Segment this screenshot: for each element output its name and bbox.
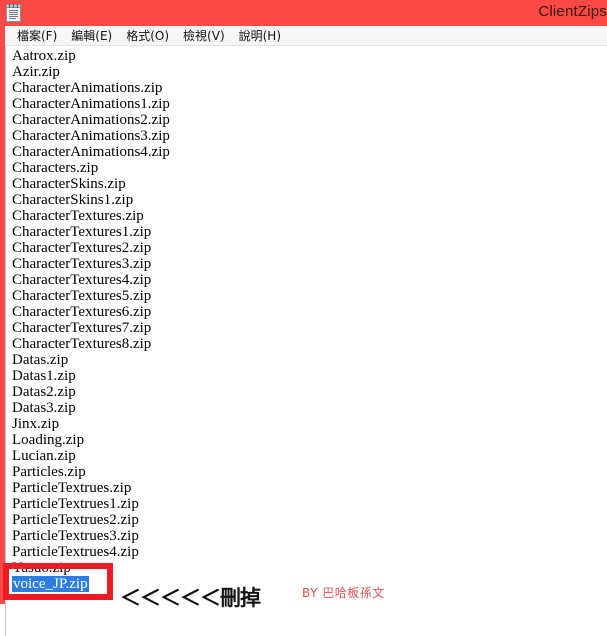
file-list-line[interactable]: ParticleTextrues4.zip bbox=[12, 544, 602, 560]
file-list-line[interactable]: CharacterTextures1.zip bbox=[12, 224, 602, 240]
file-list-line[interactable]: CharacterTextures4.zip bbox=[12, 272, 602, 288]
file-list-line[interactable]: Datas3.zip bbox=[12, 400, 602, 416]
menu-help[interactable]: 說明(H) bbox=[232, 26, 288, 46]
menu-view[interactable]: 檢視(V) bbox=[176, 26, 232, 46]
annotation-delete-label: ＜＜＜＜＜刪掉 bbox=[120, 586, 261, 610]
file-list-line[interactable]: ParticleTextrues3.zip bbox=[12, 528, 602, 544]
file-list-line[interactable]: Jinx.zip bbox=[12, 416, 602, 432]
file-list-line[interactable]: Datas1.zip bbox=[12, 368, 602, 384]
file-list-line[interactable]: Azir.zip bbox=[12, 64, 602, 80]
file-list-line[interactable]: CharacterTextures8.zip bbox=[12, 336, 602, 352]
file-list-line[interactable]: ParticleTextrues2.zip bbox=[12, 512, 602, 528]
menu-file[interactable]: 檔案(F) bbox=[10, 26, 64, 46]
file-list-line[interactable]: CharacterAnimations2.zip bbox=[12, 112, 602, 128]
text-editor-area[interactable]: Aatrox.zip Azir.zip CharacterAnimations.zi… bbox=[5, 47, 607, 636]
file-list: Aatrox.zip Azir.zip CharacterAnimations.zi… bbox=[12, 48, 602, 592]
file-list-line[interactable]: ParticleTextrues1.zip bbox=[12, 496, 602, 512]
file-list-line[interactable]: CharacterTextures5.zip bbox=[12, 288, 602, 304]
file-list-line[interactable]: Loading.zip bbox=[12, 432, 602, 448]
file-list-line[interactable]: CharacterTextures3.zip bbox=[12, 256, 602, 272]
menu-format[interactable]: 格式(O) bbox=[119, 26, 176, 46]
file-list-line[interactable]: Lucian.zip bbox=[12, 448, 602, 464]
file-list-line[interactable]: Particles.zip bbox=[12, 464, 602, 480]
notepad-window: ClientZips 檔案(F) 編輯(E) 格式(O) 檢視(V) 說明(H)… bbox=[0, 0, 607, 636]
file-list-line[interactable]: CharacterAnimations4.zip bbox=[12, 144, 602, 160]
menu-bar: 檔案(F) 編輯(E) 格式(O) 檢視(V) 說明(H) bbox=[5, 26, 607, 46]
file-list-line[interactable]: Characters.zip bbox=[12, 160, 602, 176]
file-list-line[interactable]: CharacterSkins1.zip bbox=[12, 192, 602, 208]
file-list-line[interactable]: Aatrox.zip bbox=[12, 48, 602, 64]
title-bar[interactable]: ClientZips bbox=[0, 0, 607, 26]
file-list-line[interactable]: CharacterTextures2.zip bbox=[12, 240, 602, 256]
file-list-line[interactable]: CharacterTextures.zip bbox=[12, 208, 602, 224]
file-list-line[interactable]: Datas2.zip bbox=[12, 384, 602, 400]
file-list-line[interactable]: Datas.zip bbox=[12, 352, 602, 368]
file-list-line[interactable]: CharacterSkins.zip bbox=[12, 176, 602, 192]
window-title: ClientZips bbox=[538, 3, 607, 20]
annotation-credit: BY 巴哈板孫文 bbox=[302, 586, 385, 600]
file-list-line[interactable]: CharacterAnimations3.zip bbox=[12, 128, 602, 144]
notepad-icon bbox=[5, 4, 22, 22]
file-list-line[interactable]: CharacterAnimations.zip bbox=[12, 80, 602, 96]
file-list-line[interactable]: ParticleTextrues.zip bbox=[12, 480, 602, 496]
file-list-line[interactable]: CharacterTextures7.zip bbox=[12, 320, 602, 336]
file-list-line[interactable]: CharacterAnimations1.zip bbox=[12, 96, 602, 112]
menu-edit[interactable]: 編輯(E) bbox=[64, 26, 119, 46]
file-list-line[interactable]: CharacterTextures6.zip bbox=[12, 304, 602, 320]
file-list-line[interactable]: Yasuo.zip bbox=[12, 560, 602, 576]
selection-highlight: voice_JP.zip bbox=[12, 576, 89, 592]
